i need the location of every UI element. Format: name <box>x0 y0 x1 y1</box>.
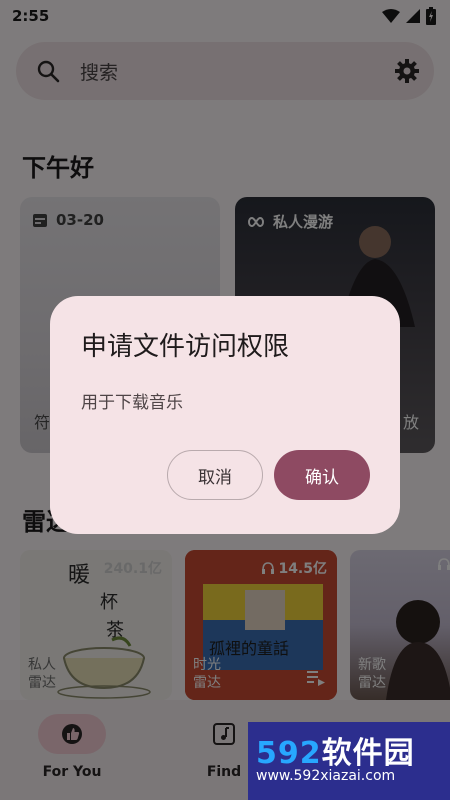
watermark-brand: 592软件园 <box>256 728 415 772</box>
confirm-button[interactable]: 确认 <box>274 450 370 500</box>
cancel-button[interactable]: 取消 <box>167 450 263 500</box>
watermark-text: 软件园 <box>321 736 415 771</box>
permission-dialog: 申请文件访问权限 用于下载音乐 取消 确认 <box>50 296 400 534</box>
dialog-title: 申请文件访问权限 <box>81 332 290 362</box>
watermark-url: www.592xiazai.com <box>256 768 396 784</box>
watermark-logo: 592软件园 www.592xiazai.com <box>248 722 450 800</box>
watermark-number: 592 <box>256 736 322 771</box>
dialog-message: 用于下载音乐 <box>81 393 183 413</box>
